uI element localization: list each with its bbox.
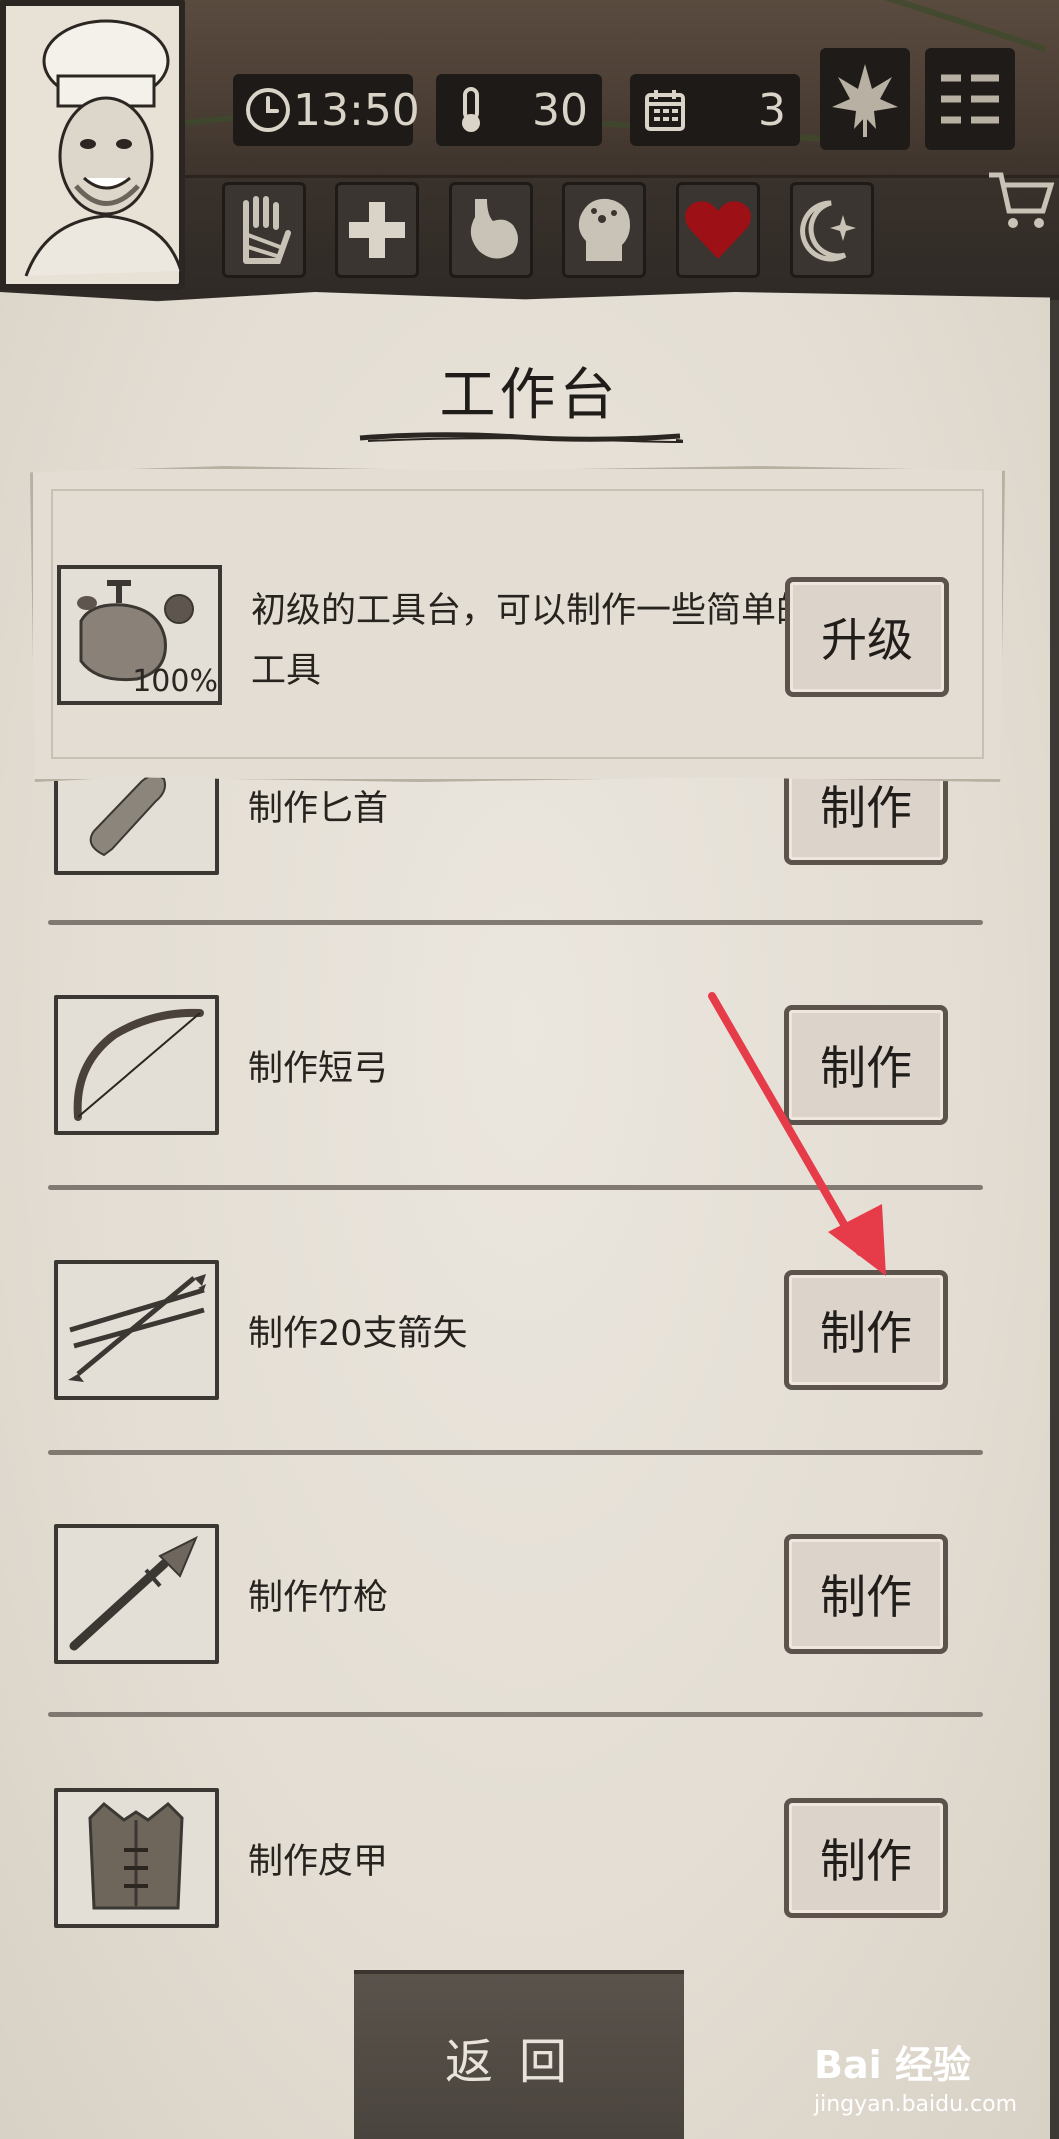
recipe-row: 制作竹枪 制作 [54, 1524, 984, 1664]
row-divider [48, 1712, 983, 1717]
recipe-thumbnail [54, 995, 219, 1135]
cart-icon [989, 172, 1055, 228]
medical-cross-icon [349, 202, 405, 258]
character-portrait[interactable] [0, 0, 185, 290]
recipe-label: 制作短弓 [248, 1048, 389, 1089]
status-stomach-button[interactable] [449, 182, 533, 278]
clock-icon [246, 88, 290, 132]
leather-armor-icon [88, 1801, 184, 1910]
moon-star-icon [800, 200, 856, 262]
progress-text: 100% [132, 664, 218, 699]
head-mind-icon [578, 198, 630, 261]
short-bow-icon [73, 1008, 204, 1121]
upgrade-button[interactable]: 升级 [785, 577, 949, 697]
recipe-thumbnail [54, 1260, 219, 1400]
day-value: 3 [758, 84, 786, 136]
leaf-icon [832, 64, 898, 137]
day-display: 3 [630, 74, 800, 146]
recipe-thumbnail [54, 1788, 219, 1928]
status-sleep-button[interactable] [790, 182, 874, 278]
baidu-watermark: Bai 经验 jingyan.baidu.com [814, 2030, 1054, 2130]
chef-portrait-sketch [24, 19, 181, 277]
recipe-label: 制作皮甲 [248, 1841, 389, 1882]
watermark-site: jingyan.baidu.com [814, 2092, 1018, 2117]
craft-button[interactable]: 制作 [784, 1798, 948, 1918]
recipe-row: 制作皮甲 制作 [54, 1788, 984, 1928]
heart-icon [685, 201, 751, 259]
temperature-display: 30 [436, 74, 602, 146]
stomach-icon [470, 199, 518, 259]
time-value: 13:50 [293, 84, 420, 136]
back-button[interactable]: 返回 [354, 1970, 684, 2139]
hand-bandage-icon [243, 196, 291, 264]
workbench-description: 初级的工具台，可以制作一些简单的工具 [251, 591, 812, 691]
calendar-icon [645, 90, 685, 131]
shop-cart-button[interactable] [985, 165, 1055, 239]
menu-button[interactable] [925, 48, 1015, 150]
temperature-value: 30 [532, 84, 588, 136]
status-heart-button[interactable] [676, 182, 760, 278]
row-divider [48, 920, 983, 925]
status-hand-button[interactable] [222, 182, 306, 278]
status-mind-button[interactable] [562, 182, 646, 278]
menu-icon [941, 74, 999, 124]
recipe-thumbnail [54, 1524, 219, 1664]
status-health-button[interactable] [335, 182, 419, 278]
workbench-info-card: 100% 初级的工具台，可以制作一些简单的工具 升级 [30, 466, 1005, 782]
craft-button[interactable]: 制作 [784, 1534, 948, 1654]
title-underline [359, 432, 683, 443]
workbench-thumbnail: 100% [57, 565, 222, 705]
row-divider [48, 1450, 983, 1455]
recipe-label: 制作竹枪 [248, 1577, 389, 1618]
time-display: 13:50 [233, 74, 420, 146]
red-arrow-annotation [708, 992, 886, 1276]
spear-icon [69, 1535, 198, 1651]
thermometer-icon [462, 87, 480, 132]
leaf-button[interactable] [820, 48, 910, 150]
recipe-label: 制作20支箭矢 [248, 1313, 468, 1354]
watermark-brand: Bai 经验 [814, 2043, 971, 2087]
page-title: 工作台 [439, 363, 620, 428]
arrows-icon [68, 1274, 206, 1382]
